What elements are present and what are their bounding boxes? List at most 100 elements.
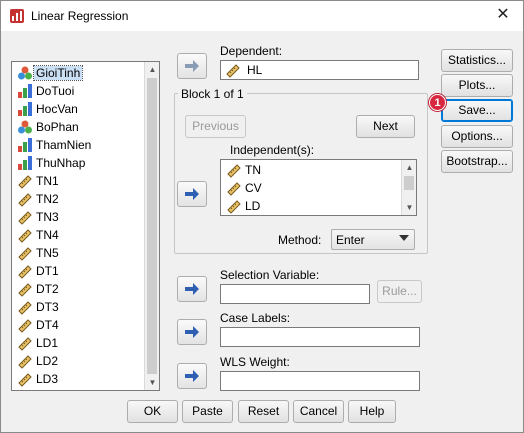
list-item[interactable]: TN3 [14,208,144,226]
list-item[interactable]: LD2 [14,352,144,370]
block-label: Block 1 of 1 [178,87,247,101]
independents-list[interactable]: LD CV TN ▲ ▼ [220,159,417,216]
ordinal-icon [18,84,32,98]
variable-list[interactable]: LD3 LD2 LD1 DT4 DT3 DT2 DT1 TN5 TN4 TN3 TN2 TN1 ThuN… [11,61,160,391]
previous-button[interactable]: Previous [185,115,246,138]
list-item[interactable]: HocVan [14,100,144,118]
scale-icon [18,337,32,351]
list-item[interactable]: TN [223,161,261,179]
list-item[interactable]: DoTuoi [14,82,144,100]
right-arrow-icon [185,370,199,382]
list-item[interactable]: CV [223,179,262,197]
list-item[interactable]: BoPhan [14,118,144,136]
method-value: Enter [336,233,365,247]
nominal-icon [18,120,32,134]
scroll-down-icon[interactable]: ▼ [145,375,159,390]
right-arrow-icon [185,283,199,295]
ordinal-icon [18,138,32,152]
list-item[interactable]: TN1 [14,172,144,190]
scale-icon [18,193,32,207]
rule-button[interactable]: Rule... [377,280,422,303]
scale-icon [18,319,32,333]
list-item[interactable]: LD3 [14,370,144,388]
selection-variable-field[interactable] [220,284,370,304]
list-item-label: DT2 [36,282,59,296]
case-labels-label: Case Labels: [220,311,291,325]
scale-icon [18,301,32,315]
window-title: Linear Regression [31,9,129,23]
independents-scrollbar[interactable]: ▲ ▼ [401,160,416,215]
list-item-label: TN5 [36,246,59,260]
case-labels-field[interactable] [220,327,420,347]
list-item-label: BoPhan [36,120,79,134]
move-to-selection-button[interactable] [177,276,207,302]
wls-weight-field[interactable] [220,371,420,391]
scale-icon [227,182,241,196]
next-button[interactable]: Next [356,115,415,138]
list-item[interactable]: ThamNien [14,136,144,154]
list-item[interactable]: ThuNhap [14,154,144,172]
list-item-label: ThamNien [36,138,92,152]
method-label: Method: [278,233,322,247]
move-to-wls-weight-button[interactable] [177,363,207,389]
move-to-dependent-button[interactable] [177,53,207,79]
right-arrow-icon [185,188,199,200]
list-item-label: HocVan [36,102,78,116]
list-item-label: TN4 [36,228,59,242]
scroll-up-icon[interactable]: ▲ [145,62,159,77]
list-item-label: DoTuoi [36,84,75,98]
list-item-label: TN [245,163,261,177]
list-item[interactable]: DT4 [14,316,144,334]
right-arrow-icon [185,60,199,72]
list-item-label: DT4 [36,318,59,332]
scale-icon [227,200,241,214]
scroll-down-icon[interactable]: ▼ [402,200,416,215]
help-button[interactable]: Help [348,400,396,423]
list-item[interactable]: TN2 [14,190,144,208]
move-to-case-labels-button[interactable] [177,319,207,345]
list-item-label: ThuNhap [36,156,86,170]
list-item[interactable]: LD1 [14,334,144,352]
cancel-button[interactable]: Cancel [293,400,344,423]
scroll-thumb[interactable] [404,176,414,190]
scroll-up-icon[interactable]: ▲ [402,160,416,175]
scale-icon [18,283,32,297]
dependent-field[interactable]: HL [220,60,419,80]
close-icon[interactable]: ✕ [493,5,513,25]
scale-icon [18,229,32,243]
reset-button[interactable]: Reset [238,400,289,423]
list-item-label: TN2 [36,192,59,206]
ordinal-icon [18,102,32,116]
scale-icon [18,373,32,387]
list-item[interactable]: DT3 [14,298,144,316]
right-arrow-icon [185,326,199,338]
bootstrap-button[interactable]: Bootstrap... [441,150,513,173]
selection-variable-label: Selection Variable: [220,268,320,282]
plots-button[interactable]: Plots... [441,74,513,97]
list-item[interactable]: DT2 [14,280,144,298]
save-button[interactable]: Save... [441,99,513,122]
list-item[interactable]: DT1 [14,262,144,280]
list-item-label: TN3 [36,210,59,224]
dependent-value: HL [247,63,263,77]
method-select[interactable]: Enter [331,229,415,250]
chevron-down-icon [399,235,409,241]
list-item[interactable]: GioiTinh [14,64,144,82]
list-item[interactable]: LD [223,197,260,215]
scroll-thumb[interactable] [147,78,157,374]
statistics-button[interactable]: Statistics... [441,49,513,72]
scale-icon [18,247,32,261]
list-item[interactable]: TN4 [14,226,144,244]
paste-button[interactable]: Paste [182,400,233,423]
ok-button[interactable]: OK [127,400,178,423]
options-button[interactable]: Options... [441,125,513,148]
variable-list-scrollbar[interactable]: ▲ ▼ [144,62,159,390]
list-item-label: LD1 [36,336,59,350]
move-to-independent-button[interactable] [177,181,207,207]
list-item-label: DT1 [36,264,59,278]
ordinal-icon [18,156,32,170]
list-item[interactable]: TN5 [14,244,144,262]
scale-icon [18,211,32,225]
list-item-label: LD3 [36,372,59,386]
list-item-label: LD2 [36,354,59,368]
